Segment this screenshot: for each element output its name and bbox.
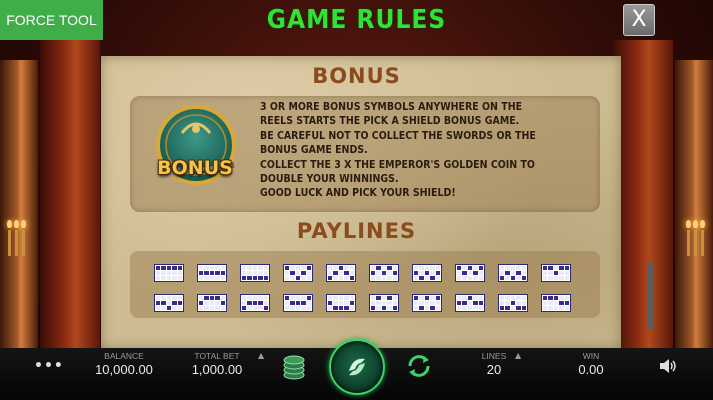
payline-2 xyxy=(197,264,227,282)
payline-20 xyxy=(541,294,571,312)
payline-17 xyxy=(412,294,442,312)
total-bet-label: TOTAL BET xyxy=(194,351,240,361)
coin-stack-icon[interactable] xyxy=(283,354,305,380)
payline-6 xyxy=(369,264,399,282)
spin-icon xyxy=(349,358,365,376)
payline-8 xyxy=(455,264,485,282)
payline-14 xyxy=(283,294,313,312)
bonus-line: COLLECT THE 3 X THE EMPEROR'S GOLDEN COI… xyxy=(260,158,535,171)
payline-5 xyxy=(326,264,356,282)
payline-11 xyxy=(154,294,184,312)
lines-label: LINES xyxy=(481,351,507,361)
bonus-description: 3 OR MORE BONUS SYMBOLS ANYWHERE ON THE … xyxy=(260,100,605,201)
bonus-badge-label: BONUS xyxy=(157,157,233,179)
balance-value: 10,000.00 xyxy=(95,362,153,377)
payline-16 xyxy=(369,294,399,312)
close-button[interactable]: X xyxy=(623,4,655,36)
right-pillar xyxy=(675,60,713,352)
lines-up-caret-icon[interactable]: ▲ xyxy=(515,351,521,360)
payline-7 xyxy=(412,264,442,282)
left-pillar xyxy=(0,60,38,352)
win-display: WIN 0.00 xyxy=(571,351,611,377)
total-bet-display[interactable]: TOTAL BET 1,000.00 xyxy=(188,351,246,377)
payline-18 xyxy=(455,294,485,312)
payline-4 xyxy=(283,264,313,282)
bonus-heading: BONUS xyxy=(312,64,401,88)
bonus-line: REELS STARTS THE PICK A SHIELD BONUS GAM… xyxy=(260,115,520,128)
autoplay-icon[interactable] xyxy=(405,352,433,380)
spin-button[interactable] xyxy=(329,339,385,395)
payline-9 xyxy=(498,264,528,282)
payline-19 xyxy=(498,294,528,312)
bonus-shield-icon xyxy=(156,105,236,185)
payline-3 xyxy=(240,264,270,282)
bet-up-caret-icon[interactable]: ▲ xyxy=(258,351,264,360)
speaker-icon[interactable] xyxy=(658,356,678,376)
payline-13 xyxy=(240,294,270,312)
bonus-line: GOOD LUCK AND PICK YOUR SHIELD! xyxy=(260,187,456,200)
more-dots-icon[interactable]: ••• xyxy=(34,358,64,374)
win-value: 0.00 xyxy=(578,362,604,377)
lines-display[interactable]: LINES 20 xyxy=(474,351,514,377)
paylines-heading: PAYLINES xyxy=(296,219,417,243)
lines-value: 20 xyxy=(486,362,502,377)
balance-display: BALANCE 10,000.00 xyxy=(95,351,153,377)
scrollbar[interactable] xyxy=(648,262,653,330)
win-label: WIN xyxy=(582,351,600,361)
total-bet-value: 1,000.00 xyxy=(191,362,243,377)
bonus-line: BONUS GAME ENDS. xyxy=(260,144,368,157)
payline-10 xyxy=(541,264,571,282)
bonus-line: DOUBLE YOUR WINNINGS. xyxy=(260,173,399,186)
bonus-line: 3 OR MORE BONUS SYMBOLS ANYWHERE ON THE xyxy=(260,101,523,113)
payline-12 xyxy=(197,294,227,312)
balance-label: BALANCE xyxy=(104,351,144,361)
force-tool-button[interactable]: FORCE TOOL xyxy=(0,0,103,40)
payline-15 xyxy=(326,294,356,312)
bonus-line: BE CAREFUL NOT TO COLLECT THE SWORDS OR … xyxy=(260,129,536,142)
payline-1 xyxy=(154,264,184,282)
